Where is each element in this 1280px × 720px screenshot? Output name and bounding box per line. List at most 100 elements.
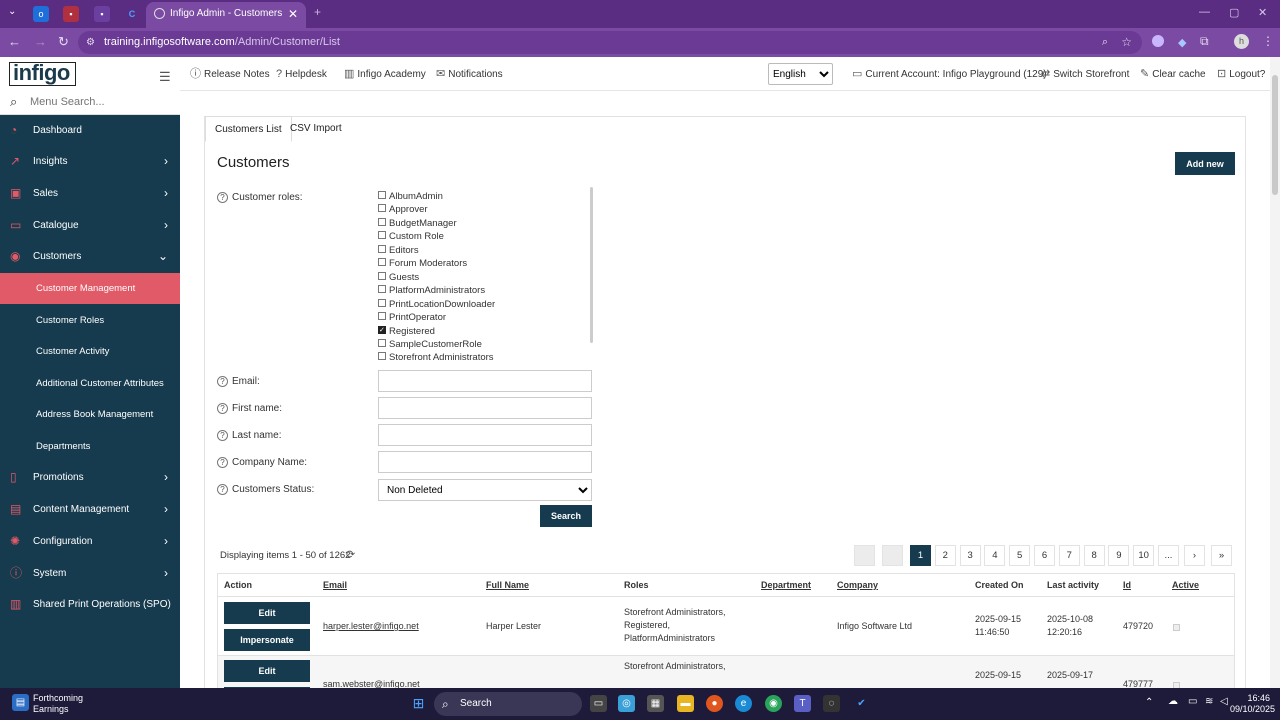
tab-infigo-admin[interactable]: Infigo Admin - Customers ✕: [146, 2, 306, 28]
page-button[interactable]: 10: [1133, 545, 1155, 566]
menu-search-input[interactable]: [30, 94, 170, 110]
role-checkbox[interactable]: [378, 231, 386, 240]
logout-link[interactable]: ⊡ Logout?: [1217, 57, 1265, 91]
customers-status-select[interactable]: Non Deleted: [378, 479, 592, 501]
edit-button[interactable]: Edit: [224, 602, 310, 624]
sidebar-item-configuration[interactable]: ✺ Configuration ›: [0, 526, 180, 557]
page-button[interactable]: 5: [1009, 545, 1031, 566]
todo-icon[interactable]: ✔: [853, 695, 870, 712]
customer-email-link[interactable]: harper.lester@infigo.net: [323, 620, 419, 633]
tab-customers-list[interactable]: Customers List: [205, 116, 292, 142]
store-icon[interactable]: ▦: [647, 695, 664, 712]
url-input[interactable]: ⚙ training.infigosoftware.com/Admin/Cust…: [78, 31, 1142, 54]
sidebar-item-spo[interactable]: ▥ Shared Print Operations (SPO): [0, 589, 180, 620]
academy-link[interactable]: ▥ Infigo Academy: [344, 57, 426, 91]
volume-icon[interactable]: ◁: [1220, 696, 1228, 707]
sidebar-subitem-address-book[interactable]: Address Book Management: [0, 399, 180, 430]
help-icon[interactable]: ?: [217, 430, 228, 441]
tab-csv-import[interactable]: CSV Import: [281, 116, 351, 142]
tab-menu-icon[interactable]: ⌄: [8, 6, 16, 17]
minimize-icon[interactable]: —: [1199, 6, 1210, 18]
role-checkbox[interactable]: [378, 191, 386, 199]
back-icon[interactable]: ←: [8, 34, 21, 49]
page-button[interactable]: 2: [934, 545, 956, 566]
email-field[interactable]: [378, 370, 592, 392]
role-checkbox[interactable]: [378, 285, 386, 294]
switch-storefront-link[interactable]: ⇄ Switch Storefront: [1041, 57, 1129, 91]
sidebar-subitem-customer-roles[interactable]: Customer Roles: [0, 305, 180, 336]
help-icon[interactable]: ?: [217, 484, 228, 495]
browser-menu-icon[interactable]: ⋮: [1262, 34, 1274, 48]
role-checkbox-item[interactable]: SampleCustomerRole: [378, 338, 482, 351]
hamburger-menu-icon[interactable]: ☰: [159, 69, 171, 85]
site-info-icon[interactable]: ⚙: [86, 31, 95, 54]
role-checkbox[interactable]: [378, 298, 386, 307]
forward-icon[interactable]: →: [34, 34, 47, 49]
windows-start-icon[interactable]: ⊞: [410, 695, 427, 712]
role-checkbox-item[interactable]: Registered: [378, 324, 435, 338]
profile-avatar[interactable]: h: [1234, 34, 1249, 49]
column-header[interactable]: Full Name: [486, 574, 529, 596]
role-checkbox[interactable]: [378, 217, 386, 226]
role-checkbox-item[interactable]: Storefront Administrators: [378, 351, 494, 364]
edit-button[interactable]: Edit: [224, 660, 310, 682]
role-checkbox[interactable]: [378, 338, 386, 347]
extensions-puzzle-icon[interactable]: ⧉: [1200, 34, 1209, 49]
last-name-field[interactable]: [378, 424, 592, 446]
help-icon[interactable]: ?: [217, 457, 228, 468]
role-checkbox-item[interactable]: Custom Role: [378, 230, 444, 243]
pinned-tab-icon[interactable]: ▪: [94, 6, 110, 22]
roles-scrollbar[interactable]: [590, 187, 593, 343]
close-window-icon[interactable]: ✕: [1258, 6, 1267, 19]
column-header[interactable]: Email: [323, 574, 347, 596]
role-checkbox[interactable]: [378, 324, 386, 337]
help-icon[interactable]: ?: [217, 376, 228, 387]
page-button[interactable]: 3: [959, 545, 981, 566]
role-checkbox-item[interactable]: Approver: [378, 203, 428, 216]
language-select[interactable]: English: [768, 63, 833, 85]
role-checkbox[interactable]: [378, 352, 386, 361]
sidebar-item-promotions[interactable]: ▯ Promotions ›: [0, 462, 180, 493]
column-header[interactable]: Department: [761, 574, 811, 596]
help-icon[interactable]: ?: [217, 403, 228, 414]
edge-icon[interactable]: e: [735, 695, 752, 712]
scrollbar-thumb[interactable]: [1272, 75, 1278, 195]
sidebar-item-catalogue[interactable]: ▭ Catalogue ›: [0, 210, 180, 241]
sidebar-subitem-departments[interactable]: Departments: [0, 431, 180, 462]
current-account-link[interactable]: ▭ Current Account: Infigo Playground (129…: [852, 57, 1047, 91]
company-name-field[interactable]: [378, 451, 592, 473]
taskbar-search[interactable]: ⌕ Search: [434, 692, 582, 716]
close-tab-icon[interactable]: ✕: [288, 2, 298, 26]
sidebar-item-content-management[interactable]: ▤ Content Management ›: [0, 494, 180, 525]
tray-chevron-icon[interactable]: ⌃: [1145, 697, 1153, 708]
page-button[interactable]: ...: [1158, 545, 1179, 566]
page-button[interactable]: 6: [1034, 545, 1055, 566]
last-page-button[interactable]: »: [1211, 545, 1232, 566]
page-button[interactable]: 4: [984, 545, 1006, 566]
role-checkbox-item[interactable]: PlatformAdministrators: [378, 284, 485, 297]
copilot-icon[interactable]: ◎: [618, 695, 635, 712]
app-icon[interactable]: ◌: [823, 695, 840, 712]
maximize-icon[interactable]: ▢: [1229, 6, 1239, 19]
release-notes-link[interactable]: ⓘ Release Notes: [190, 57, 270, 91]
display-icon[interactable]: ▭: [1188, 696, 1197, 707]
add-new-button[interactable]: Add new: [1175, 152, 1235, 175]
page-button[interactable]: 1: [910, 545, 931, 566]
weather-widget-icon[interactable]: ▤: [12, 694, 29, 711]
refresh-icon[interactable]: ⟳: [346, 548, 355, 561]
extension-icon[interactable]: ◆: [1178, 36, 1186, 49]
teams-icon[interactable]: T: [794, 695, 811, 712]
next-page-button[interactable]: ›: [1184, 545, 1205, 566]
reload-icon[interactable]: ↻: [58, 34, 69, 50]
sidebar-item-system[interactable]: ⓘ System ›: [0, 558, 180, 589]
file-explorer-icon[interactable]: ▬: [677, 695, 694, 712]
sidebar-item-customers[interactable]: ◉ Customers ⌄: [0, 241, 180, 272]
infigo-logo[interactable]: infigo: [9, 62, 76, 86]
column-header[interactable]: Company: [837, 574, 878, 596]
column-header[interactable]: Active: [1172, 574, 1199, 596]
role-checkbox[interactable]: [378, 258, 386, 267]
role-checkbox[interactable]: [378, 312, 386, 321]
helpdesk-link[interactable]: ? Helpdesk: [276, 57, 327, 91]
role-checkbox-item[interactable]: PrintLocationDownloader: [378, 298, 495, 311]
first-name-field[interactable]: [378, 397, 592, 419]
